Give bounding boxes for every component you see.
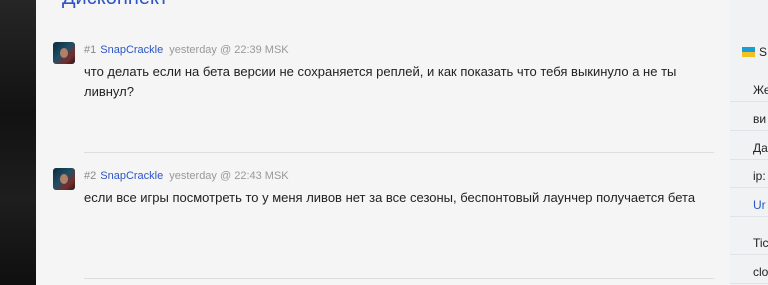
- sidebar-info-panel: S Же ви Да ip: Ur Tic clo: [730, 0, 768, 285]
- sidebar-row: Же: [730, 78, 768, 102]
- sidebar-row: Tic: [730, 231, 768, 255]
- background-left: [0, 0, 36, 285]
- post-author-link[interactable]: SnapCrackle: [100, 44, 163, 56]
- thread-panel: Дисконнект #1 SnapCrackle yesterday @ 22:3…: [36, 0, 730, 285]
- post-meta: #1 SnapCrackle yesterday @ 22:39 MSK: [84, 42, 289, 58]
- post-number[interactable]: #1: [84, 44, 96, 56]
- sidebar-header: S: [742, 44, 768, 60]
- sidebar-row: ви: [730, 107, 768, 131]
- thread-title: Дисконнект: [62, 0, 168, 10]
- avatar[interactable]: [53, 42, 75, 64]
- flag-icon: [742, 47, 755, 57]
- sidebar-row: Да: [730, 136, 768, 160]
- post-body: если все игры посмотреть то у меня ливов…: [84, 190, 696, 205]
- sidebar-header-label: S: [759, 45, 768, 59]
- sidebar-row: ip:: [730, 164, 768, 188]
- sidebar-link[interactable]: Ur: [730, 193, 768, 217]
- post-divider: [84, 278, 714, 279]
- post-number[interactable]: #2: [84, 170, 96, 182]
- post-timestamp: yesterday @ 22:39 MSK: [169, 44, 289, 56]
- post-author-link[interactable]: SnapCrackle: [100, 170, 163, 182]
- avatar[interactable]: [53, 168, 75, 190]
- post-body: что делать если на бета версии не сохран…: [84, 64, 677, 99]
- sidebar-row: clo: [730, 260, 768, 284]
- post-divider: [84, 152, 714, 153]
- post-meta: #2 SnapCrackle yesterday @ 22:43 MSK: [84, 168, 289, 184]
- post-timestamp: yesterday @ 22:43 MSK: [169, 170, 289, 182]
